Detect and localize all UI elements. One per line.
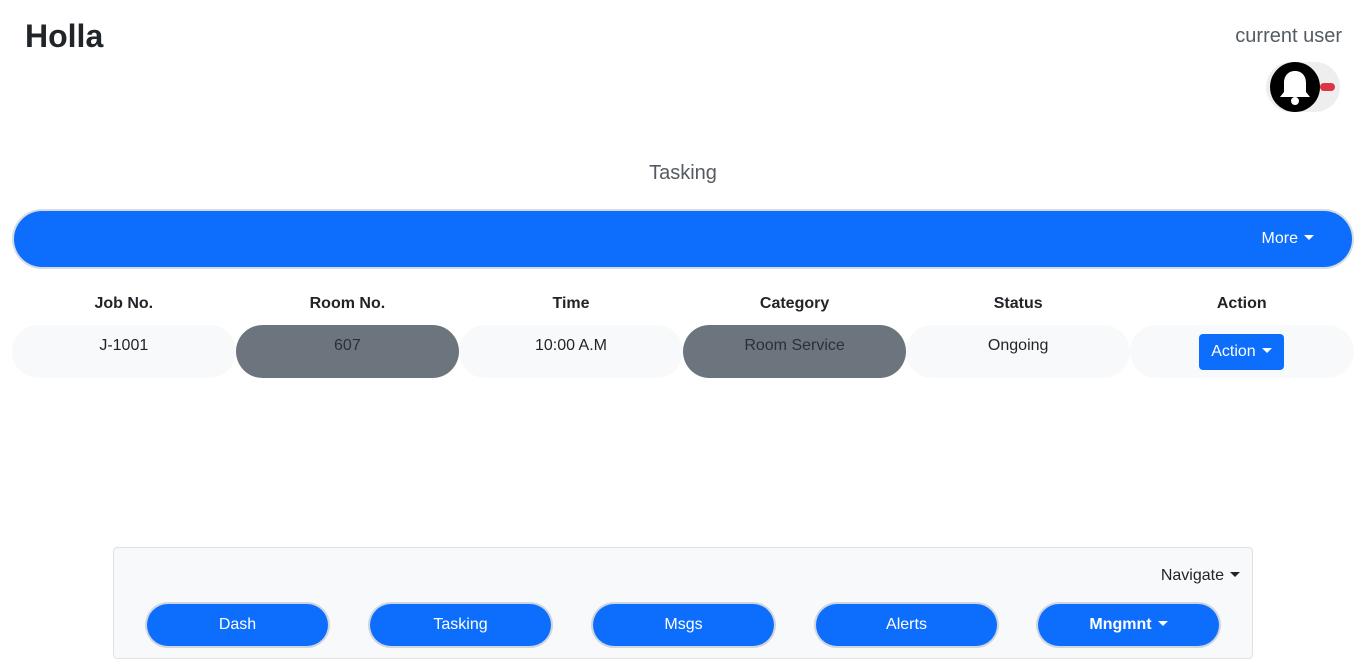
table-header: Job No. Room No. Time Category Status Ac… [12,295,1354,313]
notification-toggle[interactable] [1266,62,1340,112]
cell-job-no: J-1001 [12,325,236,378]
nav-button-dash[interactable]: Dash [147,604,328,646]
caret-down-icon [1157,621,1168,626]
caret-down-icon [1261,348,1272,353]
column-header-job-no: Job No. [94,295,154,312]
nav-button-tasking[interactable]: Tasking [370,604,551,646]
caret-down-icon [1230,572,1240,577]
caret-down-icon [1304,235,1314,240]
column-header-room-no: Room No. [309,295,386,312]
mngmnt-label: Mngmnt [1089,616,1152,633]
table-row: J-1001 607 10:00 A.M Room Service Ongoin… [12,325,1354,378]
nav-button-mngmnt[interactable]: Mngmnt [1038,604,1219,646]
navigation-panel: Navigate Dash Tasking Msgs Alerts Mngmnt [113,547,1253,659]
page-title: Tasking [649,162,717,184]
navigate-label: Navigate [1160,567,1224,584]
more-label: More [1261,230,1298,247]
nav-button-alerts[interactable]: Alerts [816,604,997,646]
more-dropdown-button[interactable]: More [1262,230,1314,248]
cell-room-no: 607 [235,325,460,378]
top-action-bar: More [14,211,1352,267]
cell-time: 10:00 A.M [459,325,683,378]
action-label: Action [1211,343,1256,360]
bell-icon[interactable] [1270,62,1320,112]
column-header-time: Time [552,295,590,312]
column-header-status: Status [993,295,1043,312]
column-header-category: Category [759,295,830,312]
navigate-dropdown[interactable]: Navigate [1161,567,1240,585]
nav-button-msgs[interactable]: Msgs [593,604,774,646]
column-header-action: Action [1216,295,1267,312]
cell-status: Ongoing [906,325,1130,378]
current-user-label[interactable]: current user [1235,25,1342,48]
notification-badge [1320,83,1335,91]
cell-action: Action [1129,325,1354,378]
action-dropdown-button[interactable]: Action [1198,334,1284,370]
app-title: Holla [25,18,104,54]
cell-category: Room Service [682,325,907,378]
